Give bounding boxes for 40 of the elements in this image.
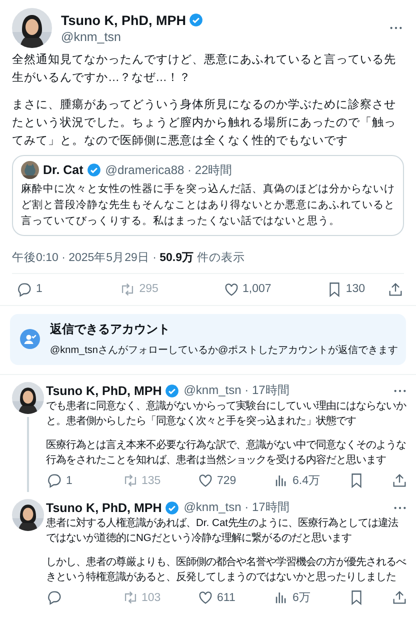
- reply-text: 医療行為とは言え本来不必要な行為な訳で、意識がない中で同意なくそのような行為をされたことを知れば、患者は当然ショックを受ける内容だと思います: [46, 438, 407, 468]
- quoted-post-card[interactable]: Dr. Cat @dramerica88 · 22時間 麻酔中に次々と女性の性器に手を突っ込んだ話、真偽のほどは分からないけど割と普段冷静な先生もそんなことはあり得ないとか悪意にあふれていると言っていてびっくりする。私はまったくない話ではないと思う。: [12, 155, 404, 236]
- author-name[interactable]: Tsuno K, PhD, MPH: [46, 500, 162, 514]
- handle-time[interactable]: @knm_tsn · 17時間: [184, 499, 290, 516]
- quoted-author-name: Dr. Cat: [43, 163, 84, 177]
- share-button[interactable]: [387, 280, 404, 298]
- reply-text: しかし、患者の尊厳よりも、医師側の都合や名誉や学習機会の方が優先されるべきという特権意識があると、反発してしまうのではないかと思ったりしました: [46, 555, 408, 585]
- views-button[interactable]: 6万: [272, 589, 348, 606]
- reply-button[interactable]: 1: [46, 472, 122, 489]
- notice-title: 返信できるアカウント: [50, 321, 171, 338]
- user-check-icon: [20, 329, 40, 349]
- reply-button[interactable]: 1: [16, 280, 120, 298]
- like-button[interactable]: 729: [197, 472, 272, 489]
- reply-icon: [46, 589, 63, 606]
- post-meta: 午後0:10 · 2025年5月29日 · 50.9万 件の表示: [12, 250, 404, 274]
- author-name[interactable]: Tsuno K, PhD, MPH: [46, 384, 162, 398]
- like-button[interactable]: 611: [197, 589, 272, 606]
- like-icon: [197, 472, 214, 489]
- author-handle[interactable]: @knm_tsn: [61, 30, 203, 44]
- notice-text: @knm_tsnさんがフォローしているか@ポストしたアカウントが返信できます: [50, 344, 398, 357]
- share-icon: [387, 280, 404, 298]
- reply-icon: [46, 472, 63, 489]
- quoted-handle-time: @dramerica88 · 22時間: [105, 162, 232, 178]
- reply-text: でも患者に同意なく、意識がないからって実験台にしていい理由にはならないかと。患者側からしたら「同意なく次々と手を突っ込まれた」状態です: [46, 399, 408, 429]
- like-icon: [197, 589, 214, 606]
- like-button[interactable]: 1,007: [222, 280, 326, 298]
- handle-time[interactable]: @knm_tsn · 17時間: [184, 382, 290, 399]
- bookmark-button[interactable]: 130: [326, 280, 365, 298]
- post-text: 全然通知見てなかったんですけど、悪意にあふれていると言っている先生がいるんですか…？なぜ…！？: [12, 52, 397, 86]
- author-name[interactable]: Tsuno K, PhD, MPH: [61, 12, 186, 28]
- share-icon: [391, 472, 408, 489]
- post-text: まさに、腫瘍があってどういう身体所見になるのか学ぶために診察させたという状況でした。ちょうど膣内から触れる場所にあったので「触ってみて」と。なので医師側に悪意は全くなく性的でもないです: [12, 97, 397, 149]
- share-button[interactable]: [391, 472, 408, 489]
- share-icon: [391, 589, 408, 606]
- share-button[interactable]: [391, 589, 408, 606]
- like-icon: [222, 280, 240, 298]
- reply-text: 患者に対する人権意識があれば、Dr. Cat先生のように、医療行為としては違法ではないが道徳的にNGだという冷静な理解に繋がるのだと思います: [46, 516, 400, 546]
- views-button[interactable]: 6.4万: [272, 472, 348, 489]
- reply-icon: [16, 280, 33, 298]
- quoted-post-text: 麻酔中に次々と女性の性器に手を突っ込んだ話、真偽のほどは分からないけど割と普段冷静な先生もそんなことはあり得ないとか悪意にあふれていると言っていてびっくりする。私はまったくない話ではないと思う。: [21, 182, 395, 229]
